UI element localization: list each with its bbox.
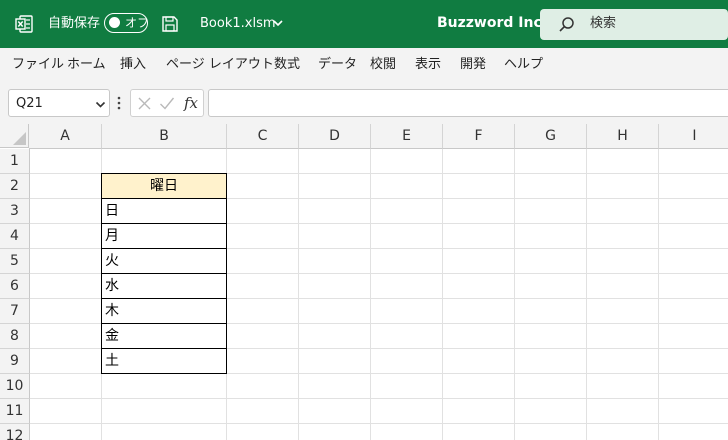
search-placeholder: 検索: [590, 16, 617, 31]
table-cell[interactable]: 土: [101, 348, 227, 374]
gridline: [370, 149, 371, 440]
table-header-cell[interactable]: 曜日: [101, 173, 227, 199]
company-name: Buzzword Inc.: [437, 15, 548, 31]
name-box[interactable]: Q21: [8, 89, 110, 117]
enter-check-icon[interactable]: [159, 96, 175, 111]
tab-insert[interactable]: 挿入: [120, 57, 146, 73]
ribbon-tabs: ファイル ホーム 挿入 ページ レイアウト 数式 データ 校閲 表示 開発 ヘル…: [0, 48, 728, 84]
tab-data[interactable]: データ: [318, 57, 357, 73]
tab-page-layout[interactable]: ページ レイアウト: [166, 57, 274, 73]
tab-developer[interactable]: 開発: [460, 57, 486, 73]
file-name[interactable]: Book1.xlsm: [200, 16, 276, 32]
row-header-12[interactable]: 12: [0, 424, 30, 440]
row-header-3[interactable]: 3: [0, 199, 30, 224]
table-cell[interactable]: 月: [101, 223, 227, 249]
column-header-i[interactable]: I: [659, 124, 728, 149]
tab-home[interactable]: ホーム: [67, 57, 106, 73]
column-header-a[interactable]: A: [29, 124, 102, 149]
search-icon: [559, 17, 574, 32]
row-header-4[interactable]: 4: [0, 224, 30, 249]
row-header-10[interactable]: 10: [0, 374, 30, 399]
table-cell[interactable]: 金: [101, 323, 227, 349]
tab-help[interactable]: ヘルプ: [504, 57, 543, 73]
column-header-b[interactable]: B: [102, 124, 227, 149]
row-header-7[interactable]: 7: [0, 299, 30, 324]
formula-bar: Q21 fx: [0, 84, 728, 124]
table-cell[interactable]: 火: [101, 248, 227, 274]
row-header-11[interactable]: 11: [0, 399, 30, 424]
row-header-6[interactable]: 6: [0, 274, 30, 299]
select-all-button[interactable]: [0, 124, 29, 148]
more-options-icon[interactable]: [116, 95, 122, 111]
row-header-9[interactable]: 9: [0, 349, 30, 374]
row-header-1[interactable]: 1: [0, 149, 30, 174]
save-icon[interactable]: [160, 14, 180, 34]
spreadsheet-grid[interactable]: A B C D E F G H I 1 2 3 4 5 6 7 8 9 10 1…: [0, 124, 728, 440]
table-cell[interactable]: 水: [101, 273, 227, 299]
gridline: [586, 149, 587, 440]
table-cell[interactable]: 日: [101, 198, 227, 224]
row-header-8[interactable]: 8: [0, 324, 30, 349]
excel-app-icon: [15, 15, 33, 33]
column-header-g[interactable]: G: [515, 124, 587, 149]
tab-review[interactable]: 校閲: [370, 57, 396, 73]
chevron-down-icon[interactable]: [272, 17, 284, 29]
autosave-toggle[interactable]: オフ: [104, 13, 150, 33]
tab-formulas[interactable]: 数式: [274, 57, 300, 73]
column-header-f[interactable]: F: [443, 124, 515, 149]
insert-function-icon[interactable]: fx: [184, 92, 198, 114]
column-header-c[interactable]: C: [227, 124, 299, 149]
column-header-h[interactable]: H: [587, 124, 659, 149]
column-header-d[interactable]: D: [299, 124, 371, 149]
chevron-down-icon[interactable]: [95, 99, 106, 110]
gridline: [658, 149, 659, 440]
gridline: [298, 149, 299, 440]
gridline: [30, 423, 728, 424]
row-header-5[interactable]: 5: [0, 249, 30, 274]
formula-buttons: fx: [130, 89, 204, 117]
gridline: [442, 149, 443, 440]
title-bar: 自動保存 オフ Book1.xlsm Buzzword Inc. 検索: [0, 0, 728, 48]
autosave-state: オフ: [125, 16, 150, 30]
formula-input[interactable]: [208, 89, 728, 117]
search-box[interactable]: 検索: [540, 9, 728, 40]
autosave-label: 自動保存: [48, 16, 101, 31]
name-box-value: Q21: [16, 96, 43, 111]
gridline: [514, 149, 515, 440]
gridline: [30, 398, 728, 399]
tab-view[interactable]: 表示: [415, 57, 441, 73]
row-header-2[interactable]: 2: [0, 174, 30, 199]
select-all-triangle-icon: [13, 132, 26, 145]
table-cell[interactable]: 木: [101, 298, 227, 324]
cancel-icon[interactable]: [137, 96, 152, 111]
tab-file[interactable]: ファイル: [12, 57, 64, 73]
column-header-e[interactable]: E: [371, 124, 443, 149]
toggle-knob: [109, 17, 120, 28]
